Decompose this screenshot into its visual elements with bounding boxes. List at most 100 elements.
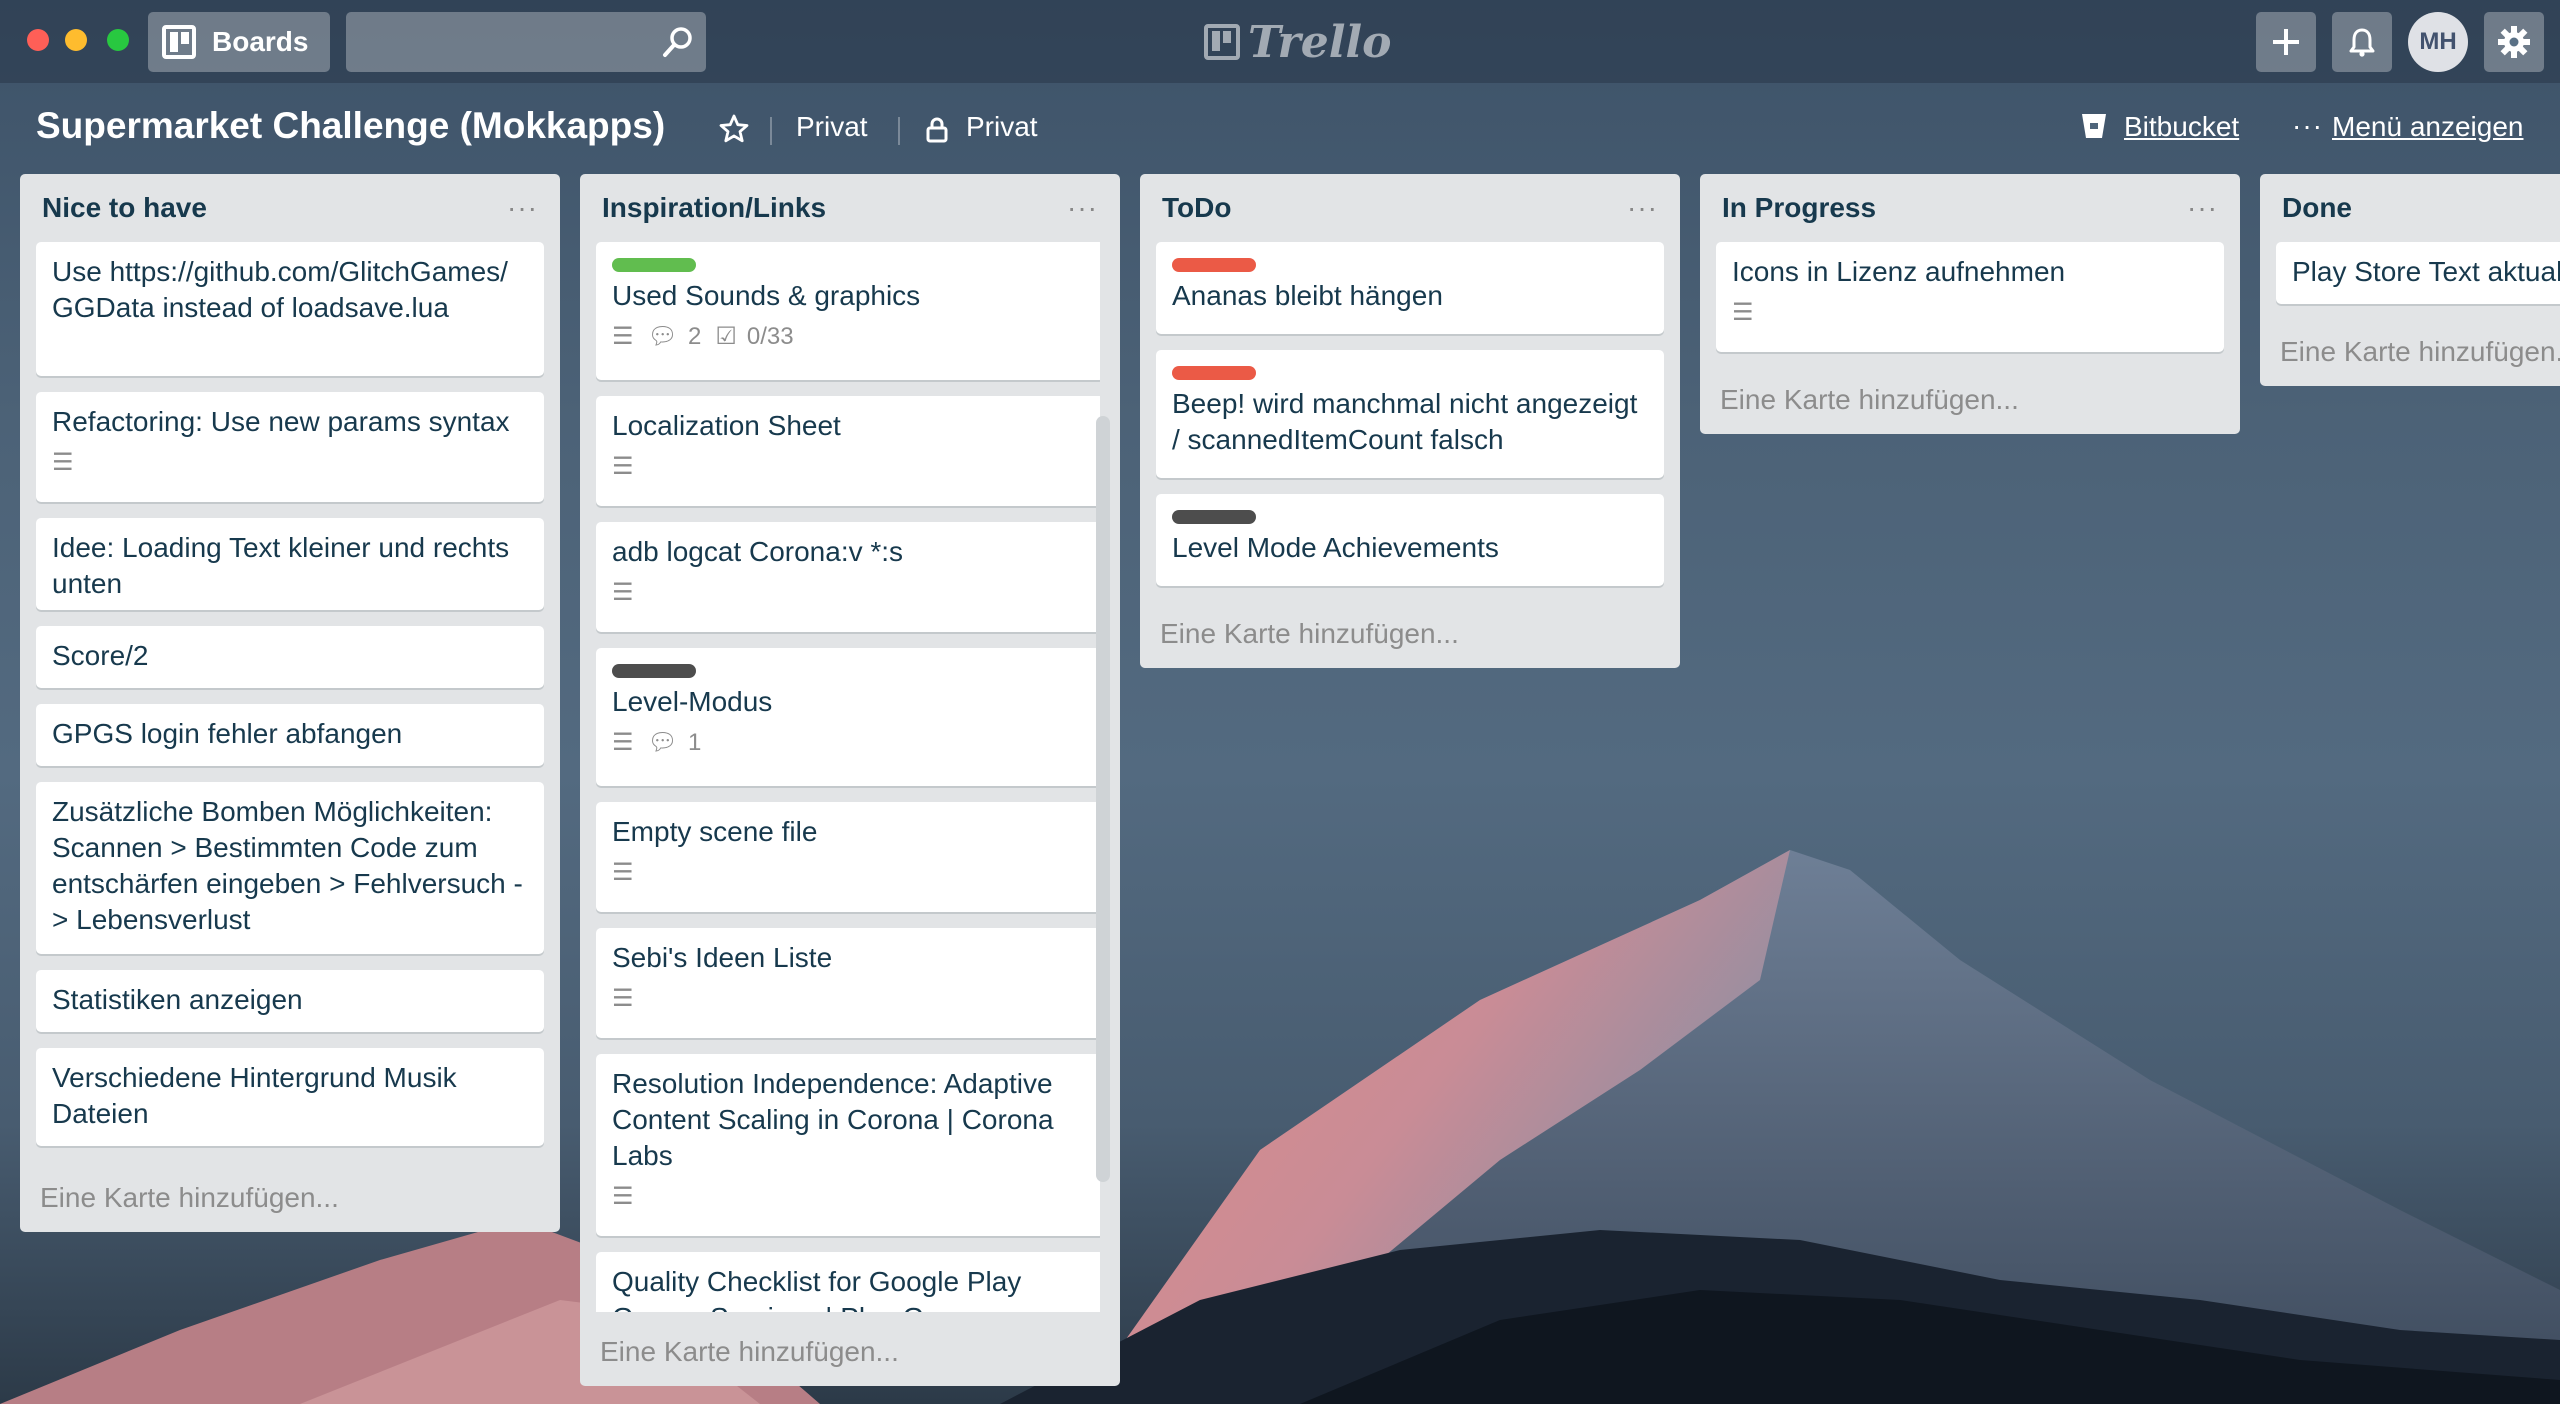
add-card-link[interactable]: Eine Karte hinzufügen... [1160, 618, 1459, 650]
card[interactable]: Ananas bleibt hängen [1156, 242, 1664, 334]
boards-button[interactable]: Boards [148, 12, 330, 72]
description-icon: ☰ [612, 985, 634, 1012]
card-container: Used Sounds & graphics ☰ 💬︎ 2 ☑ 0/33 Local… [580, 242, 1100, 1312]
trello-logo[interactable]: Trello [1204, 14, 1392, 70]
card-title: Use https://github.com/GlitchGames/GGDat… [52, 256, 508, 323]
top-bar: Boards Trello MH [0, 0, 2560, 83]
bell-icon [2349, 28, 2375, 57]
team-button[interactable]: Privat [796, 111, 868, 143]
description-icon: ☰ [612, 729, 634, 756]
search-icon[interactable] [660, 24, 696, 60]
trello-logo-icon [1204, 24, 1240, 60]
more-icon: ··· [2292, 110, 2323, 141]
add-card-link[interactable]: Eine Karte hinzufügen... [2280, 336, 2560, 368]
card-label-green [612, 258, 696, 272]
list-title[interactable]: Nice to have [42, 192, 207, 224]
boards-label: Boards [212, 26, 309, 57]
lock-icon [926, 117, 948, 143]
card[interactable]: Resolution Independence: Adaptive Conten… [596, 1054, 1100, 1236]
card[interactable]: Used Sounds & graphics ☰ 💬︎ 2 ☑ 0/33 [596, 242, 1100, 380]
card-title: GPGS login fehler abfangen [52, 718, 403, 749]
card[interactable]: adb logcat Corona:v *:s ☰ [596, 522, 1100, 632]
window-zoom-button[interactable] [107, 29, 129, 51]
checklist-count: 0/33 [746, 323, 794, 350]
card[interactable]: Empty scene file ☰ [596, 802, 1100, 912]
bitbucket-icon [2082, 114, 2106, 138]
gear-icon [2498, 26, 2530, 58]
board-title[interactable]: Supermarket Challenge (Mokkapps) [36, 105, 665, 147]
card-title: Sebi's Ideen Liste [612, 942, 833, 973]
card-label-black [612, 664, 696, 678]
card[interactable]: Icons in Lizenz aufnehmen ☰ [1716, 242, 2224, 352]
list-title[interactable]: Inspiration/Links [602, 192, 826, 224]
search-input[interactable] [346, 12, 706, 72]
list-scrollbar[interactable] [1096, 416, 1110, 1182]
card-title: Used Sounds & graphics [612, 280, 921, 311]
card[interactable]: Quality Checklist for Google Play Games … [596, 1252, 1100, 1312]
show-menu-link[interactable]: Menü anzeigen [2332, 111, 2523, 143]
card[interactable]: Refactoring: Use new params syntax ☰ [36, 392, 544, 502]
list-title[interactable]: ToDo [1162, 192, 1231, 224]
add-card-link[interactable]: Eine Karte hinzufügen... [1720, 384, 2019, 416]
add-icon [2273, 29, 2299, 55]
card[interactable]: Localization Sheet ☰ [596, 396, 1100, 506]
avatar[interactable]: MH [2408, 12, 2468, 72]
list-menu-icon[interactable]: ··· [1067, 192, 1098, 224]
card[interactable]: Beep! wird manchmal nicht angezeigt / sc… [1156, 350, 1664, 478]
list-title[interactable]: Done [2282, 192, 2352, 224]
list-menu-icon[interactable]: ··· [1627, 192, 1658, 224]
boards-icon [162, 25, 196, 59]
card-title: Level-Modus [612, 686, 773, 717]
card[interactable]: Level Mode Achievements [1156, 494, 1664, 586]
visibility-button[interactable]: Privat [966, 111, 1038, 143]
card[interactable]: GPGS login fehler abfangen [36, 704, 544, 766]
description-icon: ☰ [612, 1183, 634, 1210]
checklist-icon: ☑ [715, 323, 737, 350]
description-icon: ☰ [612, 859, 634, 886]
card[interactable]: Score/2 [36, 626, 544, 688]
comment-count: 1 [687, 729, 702, 756]
card-title: Statistiken anzeigen [52, 984, 303, 1015]
description-icon: ☰ [1732, 299, 1754, 326]
card[interactable]: Verschiedene Hintergrund Musik Dateien [36, 1048, 544, 1146]
card-title: adb logcat Corona:v *:s [612, 536, 904, 567]
description-icon: ☰ [612, 579, 634, 606]
card-title: Zusätzliche Bomben Möglichkeiten: Scanne… [52, 796, 523, 935]
list-menu-icon[interactable]: ··· [2187, 192, 2218, 224]
card-title: Level Mode Achievements [1172, 532, 1499, 563]
description-icon: ☰ [52, 449, 74, 476]
logo-text: Trello [1248, 16, 1392, 68]
card-title: Play Store Text aktualisieren [2292, 256, 2560, 287]
add-button[interactable] [2256, 12, 2316, 72]
card[interactable]: Idee: Loading Text kleiner und rechts un… [36, 518, 544, 610]
header-divider [898, 117, 900, 145]
board-header: Supermarket Challenge (Mokkapps) Privat … [0, 83, 2560, 171]
notifications-button[interactable] [2332, 12, 2392, 72]
card-title: Localization Sheet [612, 410, 841, 441]
list-nice-to-have: Nice to have ··· Use https://github.com/… [20, 174, 560, 1232]
card[interactable]: Sebi's Ideen Liste ☰ [596, 928, 1100, 1038]
list-menu-icon[interactable]: ··· [507, 192, 538, 224]
list-todo: ToDo ··· Ananas bleibt hängen Beep! wird… [1140, 174, 1680, 668]
list-done: Done Play Store Text aktualisieren Eine … [2260, 174, 2560, 386]
card[interactable]: Zusätzliche Bomben Möglichkeiten: Scanne… [36, 782, 544, 954]
comment-icon: 💬︎ [647, 729, 678, 756]
card-title: Icons in Lizenz aufnehmen [1732, 256, 2066, 287]
card[interactable]: Play Store Text aktualisieren [2276, 242, 2560, 304]
card-title: Beep! wird manchmal nicht angezeigt / sc… [1172, 388, 1638, 455]
card-label-red [1172, 258, 1256, 272]
card[interactable]: Level-Modus ☰ 💬︎ 1 [596, 648, 1100, 786]
card-title: Quality Checklist for Google Play Games … [612, 1266, 1022, 1312]
bitbucket-link[interactable]: Bitbucket [2124, 111, 2239, 143]
add-card-link[interactable]: Eine Karte hinzufügen... [40, 1182, 339, 1214]
card[interactable]: Statistiken anzeigen [36, 970, 544, 1032]
settings-button[interactable] [2484, 12, 2544, 72]
star-icon[interactable] [718, 113, 750, 145]
description-icon: ☰ [612, 323, 634, 350]
add-card-link[interactable]: Eine Karte hinzufügen... [600, 1336, 899, 1368]
window-close-button[interactable] [27, 29, 49, 51]
list-title[interactable]: In Progress [1722, 192, 1876, 224]
card[interactable]: Use https://github.com/GlitchGames/GGDat… [36, 242, 544, 376]
window-minimize-button[interactable] [65, 29, 87, 51]
card-title: Empty scene file [612, 816, 818, 847]
